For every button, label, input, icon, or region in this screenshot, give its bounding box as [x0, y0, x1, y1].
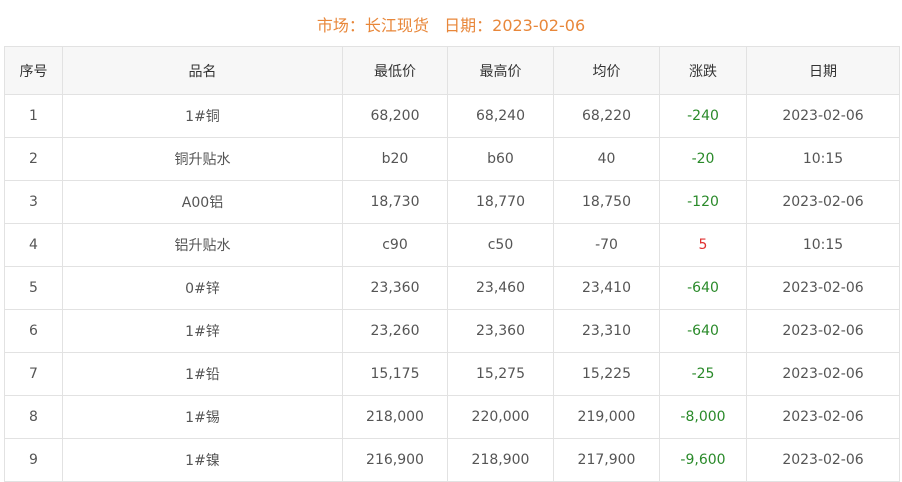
cell-date: 2023-02-06 [746, 266, 900, 310]
cell-high-price: 23,460 [447, 266, 554, 310]
cell-change: -8,000 [659, 395, 747, 439]
column-header-avg-price: 均价 [553, 46, 660, 95]
cell-high-price: 220,000 [447, 395, 554, 439]
table-row: 3 A00铝 18,730 18,770 18,750 -120 2023-02… [4, 180, 900, 224]
cell-change: -120 [659, 180, 747, 224]
table-row: 6 1#锌 23,260 23,360 23,310 -640 2023-02-… [4, 309, 900, 353]
cell-avg-price: 219,000 [553, 395, 660, 439]
cell-product: 1#锌 [62, 309, 343, 353]
table-row: 2 铜升贴水 b20 b60 40 -20 10:15 [4, 137, 900, 181]
cell-low-price: 216,900 [342, 438, 448, 482]
cell-change: -25 [659, 352, 747, 396]
table-row: 5 0#锌 23,360 23,460 23,410 -640 2023-02-… [4, 266, 900, 310]
column-header-date: 日期 [746, 46, 900, 95]
cell-change: -9,600 [659, 438, 747, 482]
cell-index: 4 [4, 223, 63, 267]
cell-avg-price: 68,220 [553, 94, 660, 138]
price-table: 序号 品名 最低价 最高价 均价 涨跌 日期 1 1#铜 68,200 68,2… [4, 46, 900, 482]
cell-index: 9 [4, 438, 63, 482]
cell-product: 0#锌 [62, 266, 343, 310]
cell-high-price: 18,770 [447, 180, 554, 224]
table-row: 9 1#镍 216,900 218,900 217,900 -9,600 202… [4, 438, 900, 482]
cell-index: 7 [4, 352, 63, 396]
cell-low-price: 68,200 [342, 94, 448, 138]
cell-index: 6 [4, 309, 63, 353]
cell-low-price: b20 [342, 137, 448, 181]
column-header-high-price: 最高价 [447, 46, 554, 95]
cell-low-price: 18,730 [342, 180, 448, 224]
cell-product: 铜升贴水 [62, 137, 343, 181]
table-row: 8 1#锡 218,000 220,000 219,000 -8,000 202… [4, 395, 900, 439]
cell-high-price: 218,900 [447, 438, 554, 482]
cell-avg-price: 217,900 [553, 438, 660, 482]
cell-low-price: 23,260 [342, 309, 448, 353]
cell-low-price: 23,360 [342, 266, 448, 310]
cell-date: 2023-02-06 [746, 94, 900, 138]
cell-avg-price: 15,225 [553, 352, 660, 396]
cell-date: 2023-02-06 [746, 180, 900, 224]
cell-index: 3 [4, 180, 63, 224]
column-header-index: 序号 [4, 46, 63, 95]
cell-date: 2023-02-06 [746, 352, 900, 396]
cell-product: 铝升贴水 [62, 223, 343, 267]
cell-low-price: c90 [342, 223, 448, 267]
cell-change: -240 [659, 94, 747, 138]
cell-low-price: 15,175 [342, 352, 448, 396]
cell-date: 10:15 [746, 223, 900, 267]
cell-index: 2 [4, 137, 63, 181]
cell-date: 2023-02-06 [746, 438, 900, 482]
cell-avg-price: 23,410 [553, 266, 660, 310]
table-row: 1 1#铜 68,200 68,240 68,220 -240 2023-02-… [4, 94, 900, 138]
table-row: 7 1#铅 15,175 15,275 15,225 -25 2023-02-0… [4, 352, 900, 396]
column-header-change: 涨跌 [659, 46, 747, 95]
cell-low-price: 218,000 [342, 395, 448, 439]
cell-avg-price: 23,310 [553, 309, 660, 353]
cell-change: -640 [659, 309, 747, 353]
column-header-low-price: 最低价 [342, 46, 448, 95]
table-row: 4 铝升贴水 c90 c50 -70 5 10:15 [4, 223, 900, 267]
page-title: 市场：长江现货 日期：2023-02-06 [316, 16, 586, 35]
cell-high-price: c50 [447, 223, 554, 267]
cell-product: 1#铅 [62, 352, 343, 396]
cell-avg-price: 18,750 [553, 180, 660, 224]
cell-index: 8 [4, 395, 63, 439]
table-header-row: 序号 品名 最低价 最高价 均价 涨跌 日期 [4, 46, 900, 95]
cell-high-price: 68,240 [447, 94, 554, 138]
cell-index: 5 [4, 266, 63, 310]
cell-change: -20 [659, 137, 747, 181]
cell-index: 1 [4, 94, 63, 138]
cell-avg-price: 40 [553, 137, 660, 181]
cell-high-price: 15,275 [447, 352, 554, 396]
cell-product: A00铝 [62, 180, 343, 224]
cell-high-price: b60 [447, 137, 554, 181]
cell-change: -640 [659, 266, 747, 310]
column-header-product: 品名 [62, 46, 343, 95]
cell-product: 1#铜 [62, 94, 343, 138]
cell-product: 1#锡 [62, 395, 343, 439]
cell-product: 1#镍 [62, 438, 343, 482]
cell-date: 2023-02-06 [746, 395, 900, 439]
cell-change: 5 [659, 223, 747, 267]
cell-date: 10:15 [746, 137, 900, 181]
cell-avg-price: -70 [553, 223, 660, 267]
cell-date: 2023-02-06 [746, 309, 900, 353]
cell-high-price: 23,360 [447, 309, 554, 353]
